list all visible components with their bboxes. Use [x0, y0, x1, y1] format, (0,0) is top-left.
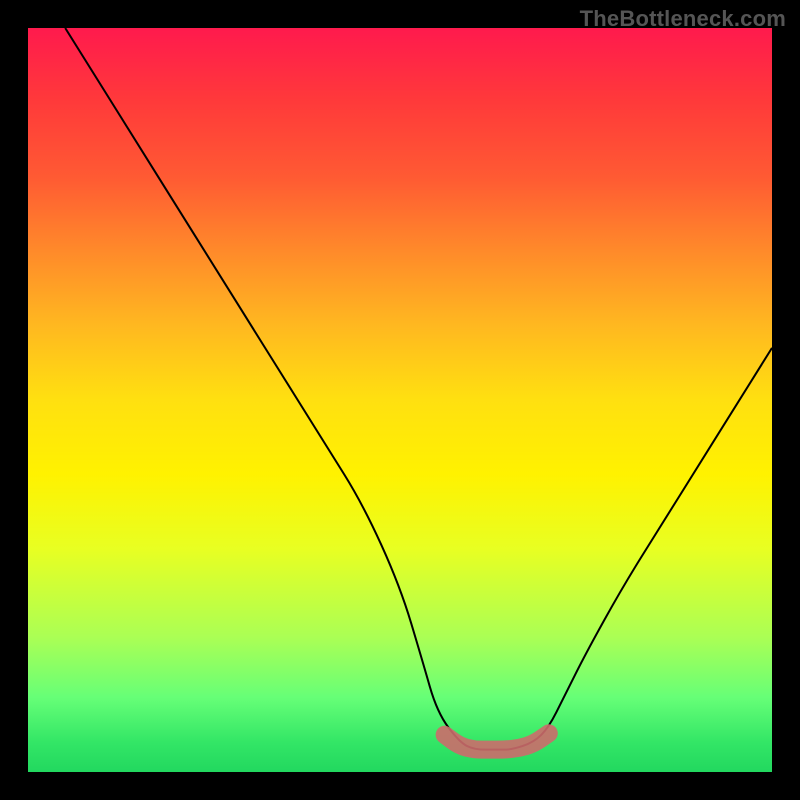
watermark-text: TheBottleneck.com [580, 6, 786, 32]
bottleneck-curve [65, 28, 772, 750]
plot-area [28, 28, 772, 772]
optimal-range-marker [445, 733, 549, 749]
chart-container: TheBottleneck.com [0, 0, 800, 800]
curve-svg [28, 28, 772, 772]
